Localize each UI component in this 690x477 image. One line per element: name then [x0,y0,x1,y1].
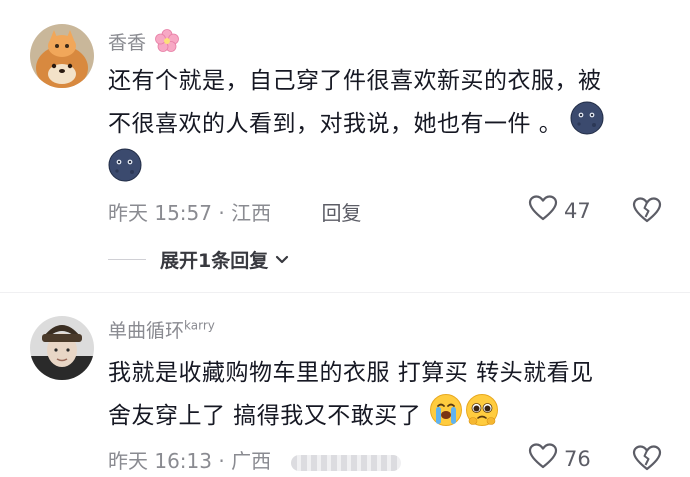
comment-timestamp: 昨天 15:57 · 江西 [108,201,272,225]
comment-text-line: 不很喜欢的人看到，对我说，她也有一件 。 [108,101,668,148]
comment-text: 我就是收藏购物车里的衣服 打算买 转头就看见 舍友穿上了 搞得我又不敢买了 [108,354,668,440]
username-superscript: karry [184,318,215,333]
chevron-down-icon [274,254,290,266]
expand-replies-button[interactable]: 展开1条回复 [108,246,290,273]
like-button[interactable]: 76 [528,442,591,475]
broken-heart-icon [632,197,662,228]
reply-button[interactable]: 回复 [321,201,361,225]
dislike-button[interactable] [632,196,662,228]
avatar[interactable] [30,316,94,380]
like-button[interactable]: 47 [528,194,591,227]
comment-text-line: 还有个就是，自己穿了件很喜欢新买的衣服，被 [108,68,602,94]
comment-text-line [108,148,668,195]
like-count: 47 [564,198,591,223]
comment-text: 还有个就是，自己穿了件很喜欢新买的衣服，被 不很喜欢的人看到，对我说，她也有一件… [108,62,668,195]
cherry-blossom-icon [154,28,180,59]
avatar[interactable] [30,24,94,88]
comment-divider [0,292,690,293]
comment-text-line: 我就是收藏购物车里的衣服 打算买 转头就看见 [108,360,594,386]
comment-username[interactable]: 单曲循环karry [108,316,215,343]
expand-divider-line [108,259,146,260]
username-text: 香香 [108,32,147,54]
new-moon-face-icon [570,101,604,148]
new-moon-face-icon [108,148,142,195]
expand-replies-label: 展开1条回复 [160,250,269,272]
comment-timestamp: 昨天 16:13 · 广西 [108,449,272,473]
comment-meta: 昨天 15:57 · 江西 回复 [108,197,361,226]
username-text: 单曲循环 [108,320,185,342]
loudly-crying-face-icon [429,393,463,440]
comment-text-span: 不很喜欢的人看到，对我说，她也有一件 。 [108,111,563,137]
blurred-content [291,454,402,471]
heart-outline-icon [528,194,558,227]
dislike-button[interactable] [632,444,662,476]
comment-item: 单曲循环karry 我就是收藏购物车里的衣服 打算买 转头就看见 舍友穿上了 搞… [0,296,690,477]
heart-outline-icon [528,442,558,475]
pleading-face-icon [465,393,499,440]
comment-text-span: 舍友穿上了 搞得我又不敢买了 [108,403,422,429]
comment-meta: 昨天 16:13 · 广西 [108,445,402,474]
like-count: 76 [564,446,591,471]
comment-text-line: 舍友穿上了 搞得我又不敢买了 [108,393,668,440]
broken-heart-icon [632,445,662,476]
comment-item: 香香 还有个就是，自己穿了件很喜欢新买的衣服，被 不很喜欢的人看到，对我说，她也… [0,0,690,290]
comment-username[interactable]: 香香 [108,28,180,59]
